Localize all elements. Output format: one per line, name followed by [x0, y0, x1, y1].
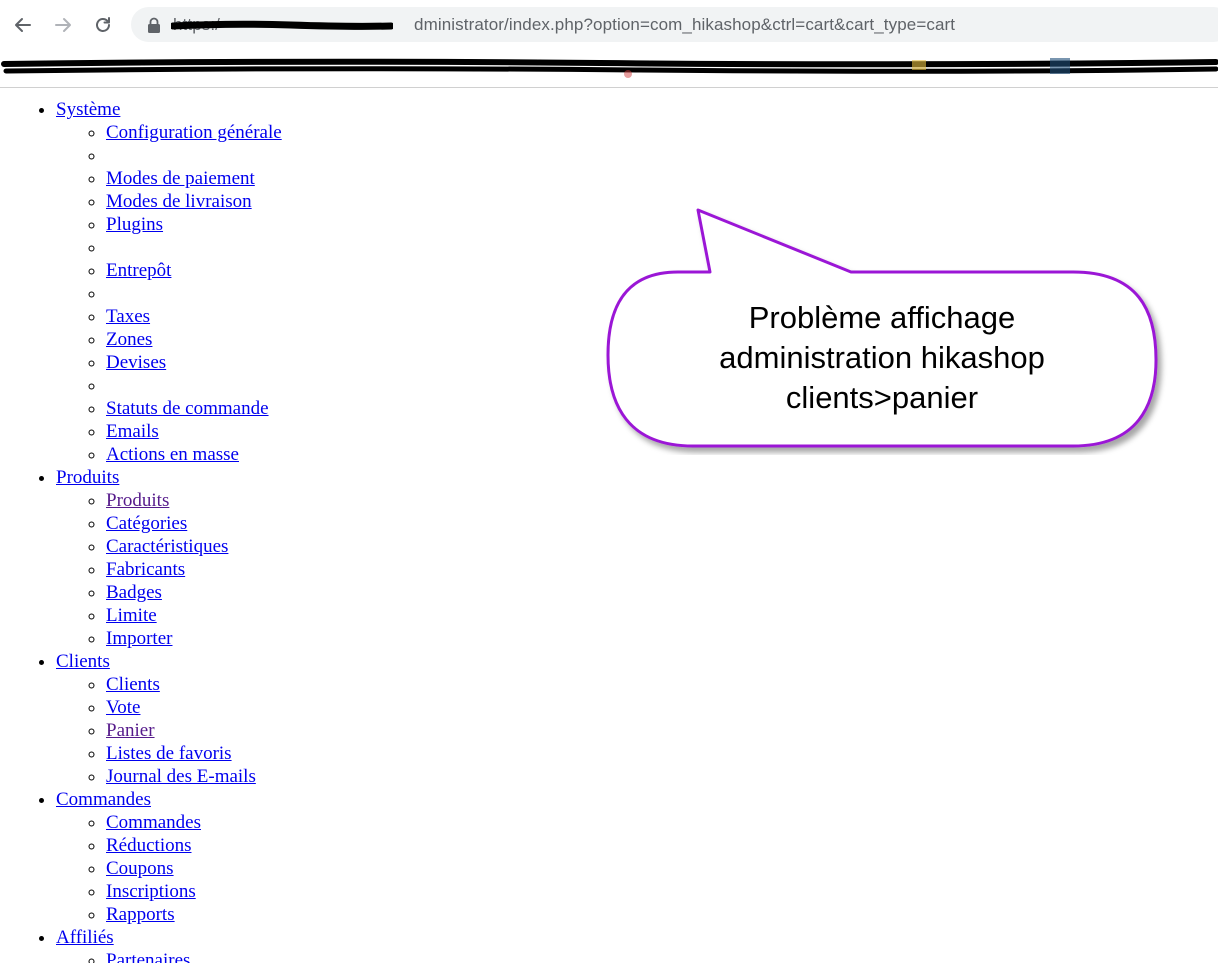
admin-menu: SystèmeConfiguration générale Modes de pa… [0, 98, 282, 963]
menu-section-link[interactable]: Clients [56, 651, 110, 672]
bookmarks-redaction [1, 58, 1218, 78]
submenu-item: Zones [106, 328, 282, 351]
submenu-item: Rapports [106, 903, 282, 926]
callout-line-2: administration hikashop [719, 340, 1045, 375]
submenu-link[interactable]: Journal des E-mails [106, 766, 256, 787]
browser-toolbar: https:/dministrator/index.php?option=com… [0, 0, 1218, 50]
submenu-link[interactable]: Importer [106, 628, 172, 649]
submenu-link[interactable]: Coupons [106, 858, 174, 879]
bookmarks-bar [0, 50, 1218, 88]
submenu-link[interactable]: Inscriptions [106, 881, 196, 902]
submenu-item: Modes de paiement [106, 167, 282, 190]
arrow-right-icon [55, 18, 71, 32]
reload-icon [96, 17, 110, 32]
submenu-item: Modes de livraison [106, 190, 282, 213]
menu-section-link[interactable]: Produits [56, 467, 119, 488]
callout-line-1: Problème affichage [748, 300, 1016, 335]
submenu-link[interactable]: Taxes [106, 306, 150, 327]
submenu-item: Badges [106, 581, 282, 604]
submenu-item: Listes de favoris [106, 742, 282, 765]
submenu-item: Entrepôt [106, 259, 282, 282]
submenu: ClientsVotePanierListes de favorisJourna… [56, 673, 282, 788]
submenu-item [106, 374, 282, 397]
submenu-link[interactable]: Zones [106, 329, 152, 350]
submenu-item: Coupons [106, 857, 282, 880]
submenu: CommandesRéductionsCouponsInscriptionsRa… [56, 811, 282, 926]
submenu: ProduitsCatégoriesCaractéristiquesFabric… [56, 489, 282, 650]
submenu-link[interactable]: Listes de favoris [106, 743, 232, 764]
lock-icon [148, 17, 160, 33]
submenu-item: Journal des E-mails [106, 765, 282, 788]
submenu-item [106, 282, 282, 305]
menu-section-link[interactable]: Commandes [56, 789, 151, 810]
submenu-link[interactable]: Vote [106, 697, 140, 718]
submenu-link[interactable]: Caractéristiques [106, 536, 228, 557]
submenu-link[interactable]: Modes de livraison [106, 191, 252, 212]
submenu-link[interactable]: Limite [106, 605, 157, 626]
menu-section-link[interactable]: Affiliés [56, 927, 114, 948]
callout-text: Problème affichage administration hikash… [612, 298, 1152, 418]
submenu-item: Produits [106, 489, 282, 512]
submenu-link[interactable]: Configuration générale [106, 122, 282, 143]
menu-section: SystèmeConfiguration générale Modes de pa… [56, 98, 282, 466]
submenu: Configuration générale Modes de paiementM… [56, 121, 282, 466]
submenu-link[interactable]: Emails [106, 421, 159, 442]
submenu-item: Importer [106, 627, 282, 650]
submenu-item: Réductions [106, 834, 282, 857]
submenu-link[interactable]: Badges [106, 582, 162, 603]
submenu-item: Devises [106, 351, 282, 374]
submenu-item: Commandes [106, 811, 282, 834]
forward-button[interactable] [50, 12, 76, 38]
submenu-link[interactable]: Actions en masse [106, 444, 239, 465]
menu-section-link[interactable]: Système [56, 99, 120, 120]
submenu-item: Partenaires [106, 949, 282, 963]
back-button[interactable] [10, 12, 36, 38]
reload-button[interactable] [90, 12, 116, 38]
submenu-item: Statuts de commande [106, 397, 282, 420]
submenu-link[interactable]: Panier [106, 720, 155, 741]
submenu-link[interactable]: Entrepôt [106, 260, 171, 281]
submenu-item: Clients [106, 673, 282, 696]
submenu-link[interactable]: Partenaires [106, 950, 190, 963]
submenu-item: Actions en masse [106, 443, 282, 466]
menu-section: ClientsClientsVotePanierListes de favori… [56, 650, 282, 788]
address-bar[interactable]: https:/dministrator/index.php?option=com… [131, 7, 1218, 42]
submenu-link[interactable]: Commandes [106, 812, 201, 833]
menu-section: Affiliés Partenaires [56, 926, 282, 963]
submenu-item: Limite [106, 604, 282, 627]
submenu-link[interactable]: Modes de paiement [106, 168, 255, 189]
submenu-item: Taxes [106, 305, 282, 328]
url-suffix: dministrator/index.php?option=com_hikash… [414, 15, 956, 34]
submenu-item: Panier [106, 719, 282, 742]
submenu-item: Configuration générale [106, 121, 282, 144]
submenu-item: Plugins [106, 213, 282, 236]
submenu-item [106, 144, 282, 167]
submenu-item: Catégories [106, 512, 282, 535]
menu-section: ProduitsProduitsCatégoriesCaractéristiqu… [56, 466, 282, 650]
submenu-item [106, 236, 282, 259]
submenu-item: Fabricants [106, 558, 282, 581]
submenu-item: Caractéristiques [106, 535, 282, 558]
submenu-link[interactable]: Devises [106, 352, 166, 373]
submenu-link[interactable]: Réductions [106, 835, 192, 856]
menu-section: CommandesCommandesRéductionsCouponsInscr… [56, 788, 282, 926]
submenu-link[interactable]: Clients [106, 674, 160, 695]
arrow-left-icon [15, 18, 31, 32]
url-redaction [171, 20, 393, 30]
submenu: Partenaires [56, 949, 282, 963]
submenu-link[interactable]: Produits [106, 490, 169, 511]
submenu-link[interactable]: Fabricants [106, 559, 185, 580]
submenu-link[interactable]: Catégories [106, 513, 187, 534]
submenu-item: Inscriptions [106, 880, 282, 903]
submenu-link[interactable]: Plugins [106, 214, 163, 235]
submenu-item: Vote [106, 696, 282, 719]
submenu-item: Emails [106, 420, 282, 443]
submenu-link[interactable]: Rapports [106, 904, 175, 925]
callout-line-3: clients>panier [785, 380, 979, 415]
submenu-link[interactable]: Statuts de commande [106, 398, 269, 419]
